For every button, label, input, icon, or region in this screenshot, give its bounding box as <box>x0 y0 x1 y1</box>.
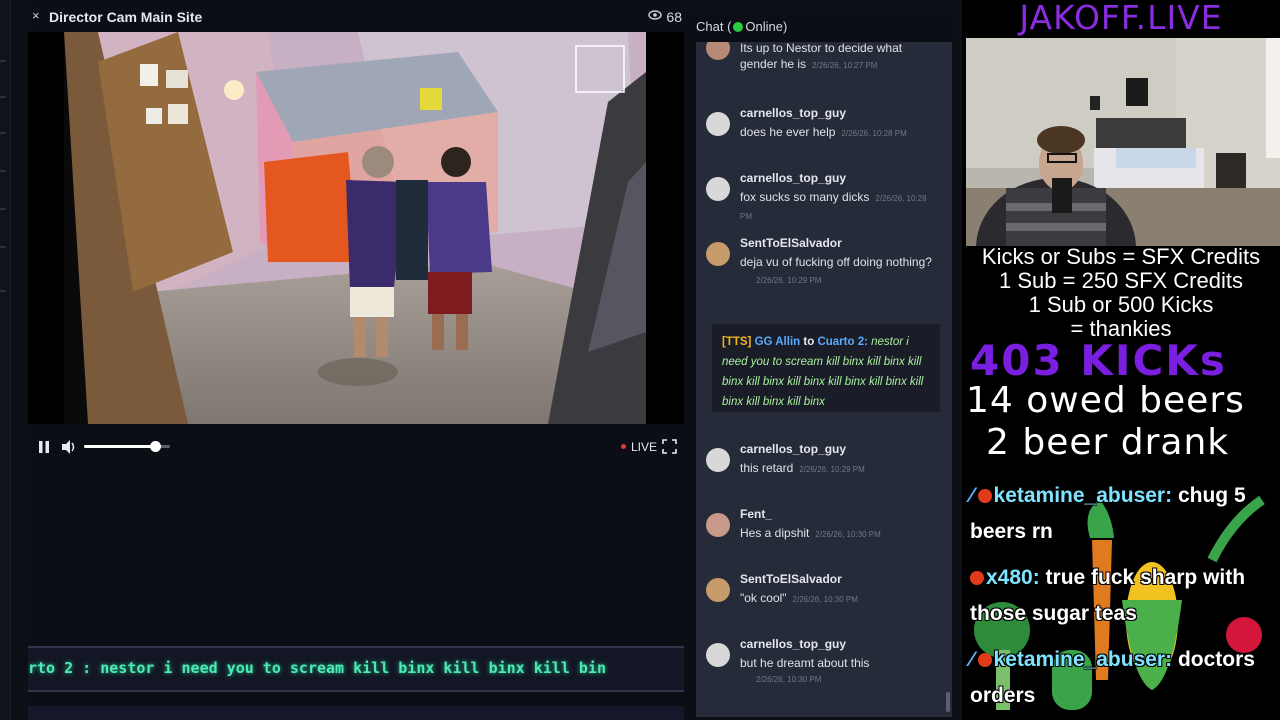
video-frame[interactable] <box>28 32 684 424</box>
sword-icon: ⁄ <box>970 484 974 507</box>
volume-icon[interactable] <box>61 439 77 455</box>
message-text: deja vu of fucking off doing nothing? <box>740 255 932 269</box>
tts-tag: [TTS] <box>722 336 752 348</box>
message-text: "ok cool" 2/26/26, 10:30 PM <box>740 591 858 605</box>
player-bottom-bar <box>28 706 684 720</box>
message-timestamp: 2/26/26, 10:30 PM <box>756 675 822 684</box>
event-text-line2: those sugar teas <box>970 602 1137 625</box>
message-username[interactable]: carnellos_top_guy <box>740 637 846 651</box>
tts-target[interactable]: Cuarto 2: <box>817 336 867 348</box>
streamer-webcam <box>966 38 1280 246</box>
fullscreen-icon[interactable] <box>662 439 677 454</box>
beers-drank-counter: 2 beer drank <box>986 422 1230 463</box>
viewers-eye-icon <box>648 10 662 20</box>
user-avatar <box>706 177 730 201</box>
badge-icon <box>970 571 984 585</box>
tts-ticker: rto 2 : nestor i need you to scream kill… <box>28 646 684 692</box>
message-text: fox sucks so many dicks 2/26/26, 10:28 PM <box>740 190 927 221</box>
online-status-dot <box>733 22 744 32</box>
message-text: Hes a dipshit 2/26/26, 10:30 PM <box>740 526 881 540</box>
message-timestamp: 2/26/26, 10:29 PM <box>799 465 865 474</box>
sfx-info-line2: 1 Sub = 250 SFX Credits <box>999 268 1243 293</box>
badge-icon <box>977 653 992 667</box>
volume-slider-handle[interactable] <box>149 441 161 452</box>
camera-feed-image <box>64 32 684 424</box>
event-text-line2: orders <box>970 684 1036 707</box>
chat-message-list[interactable]: Its up to Nestor to decide what gender h… <box>696 42 952 717</box>
message-timestamp: 2/26/26, 10:29 PM <box>756 276 822 285</box>
chat-header-label: Chat ( <box>696 19 732 34</box>
chat-event-1: ⁄ ketamine_abuser: chug 5 beers rn <box>970 478 1246 550</box>
chat-message: Fent_ Hes a dipshit 2/26/26, 10:30 PM <box>696 505 948 545</box>
chat-event-3: ⁄ ketamine_abuser: doctors orders <box>970 642 1255 714</box>
event-username: ketamine_abuser: <box>993 484 1173 507</box>
player-controls: LIVE <box>28 434 684 460</box>
chat-panel: Chat ( Online) Its up to Nestor to decide… <box>686 14 956 720</box>
live-indicator: LIVE <box>631 440 658 454</box>
sword-icon: ⁄ <box>970 648 974 671</box>
message-username[interactable]: carnellos_top_guy <box>740 442 846 456</box>
chat-message: SentToElSalvador deja vu of fucking off … <box>696 234 948 290</box>
user-avatar <box>706 448 730 472</box>
kicks-counter: 403 KICKs <box>970 336 1227 385</box>
webcam-image <box>966 38 1280 246</box>
badge-icon <box>977 489 992 503</box>
event-text: true fuck sharp with <box>1039 566 1246 589</box>
event-username: x480: <box>986 566 1040 589</box>
streamer-overlay: JAKOFF.LIVE Kicks or Subs = SFX Credits … <box>962 0 1280 720</box>
viewer-count: 68 <box>666 9 682 25</box>
live-dot <box>621 444 626 449</box>
pause-icon[interactable] <box>38 440 50 454</box>
tts-to-word: to <box>803 336 815 348</box>
user-avatar <box>706 112 730 136</box>
tts-highlight-message: [TTS] GG Allin to Cuarto 2: nestor i nee… <box>712 324 940 412</box>
message-username[interactable]: SentToElSalvador <box>740 236 842 250</box>
chat-event-2: x480: true fuck sharp with those sugar t… <box>970 560 1245 632</box>
left-sidebar-edge <box>0 0 11 720</box>
user-avatar <box>706 643 730 667</box>
video-player-panel: × Director Cam Main Site 68 LIVE rto 2:… <box>28 0 684 720</box>
stream-title: Director Cam Main Site <box>49 9 203 25</box>
chat-status-label: Online) <box>745 19 788 34</box>
message-text: this retard 2/26/26, 10:29 PM <box>740 461 865 475</box>
message-text-line2: gender he is 2/26/26, 10:27 PM <box>740 57 878 71</box>
message-username[interactable]: SentToElSalvador <box>740 572 842 586</box>
message-text: does he ever help 2/26/26, 10:28 PM <box>740 125 907 139</box>
message-timestamp: 2/26/26, 10:30 PM <box>815 530 881 539</box>
message-timestamp: 2/26/26, 10:27 PM <box>812 61 878 70</box>
event-text: doctors <box>1172 648 1255 671</box>
chat-message: Its up to Nestor to decide what gender h… <box>696 42 948 76</box>
user-avatar <box>706 242 730 266</box>
player-title-bar: × Director Cam Main Site 68 <box>28 6 684 28</box>
chat-message: carnellos_top_guy does he ever help 2/26/… <box>696 104 948 144</box>
chat-message: carnellos_top_guy this retard 2/26/26, 10… <box>696 440 948 480</box>
chat-message: carnellos_top_guy fox sucks so many dick… <box>696 169 948 221</box>
ticker-text: rto 2 : nestor i need you to scream kill… <box>28 659 606 677</box>
owed-beers-counter: 14 owed beers <box>966 380 1245 421</box>
message-timestamp: 2/26/26, 10:28 PM <box>841 129 907 138</box>
user-avatar <box>706 42 730 60</box>
tts-sender[interactable]: GG Allin <box>755 336 801 348</box>
event-text: chug 5 <box>1172 484 1246 507</box>
user-avatar <box>706 513 730 537</box>
chat-message: carnellos_top_guy but he dreamt about th… <box>696 635 948 691</box>
chat-message: SentToElSalvador "ok cool" 2/26/26, 10:30… <box>696 570 948 610</box>
volume-slider[interactable] <box>84 441 170 452</box>
event-username: ketamine_abuser: <box>993 648 1173 671</box>
user-avatar <box>706 578 730 602</box>
brand-logo-text: JAKOFF.LIVE <box>1019 0 1223 37</box>
close-player-button[interactable]: × <box>32 8 40 23</box>
message-text: but he dreamt about this <box>740 656 870 670</box>
message-username[interactable]: carnellos_top_guy <box>740 171 846 185</box>
chat-header: Chat ( Online) <box>696 19 787 34</box>
event-text-line2: beers rn <box>970 520 1053 543</box>
volume-slider-fill <box>84 445 155 448</box>
message-username[interactable]: Fent_ <box>740 507 772 521</box>
chat-scrollbar[interactable] <box>946 692 950 712</box>
message-username[interactable]: carnellos_top_guy <box>740 106 846 120</box>
message-timestamp: 2/26/26, 10:30 PM <box>792 595 858 604</box>
sfx-info-line1: Kicks or Subs = SFX Credits <box>981 244 1261 269</box>
message-text: Its up to Nestor to decide what <box>740 42 903 55</box>
sfx-info-line3: 1 Sub or 500 Kicks <box>1028 292 1214 317</box>
